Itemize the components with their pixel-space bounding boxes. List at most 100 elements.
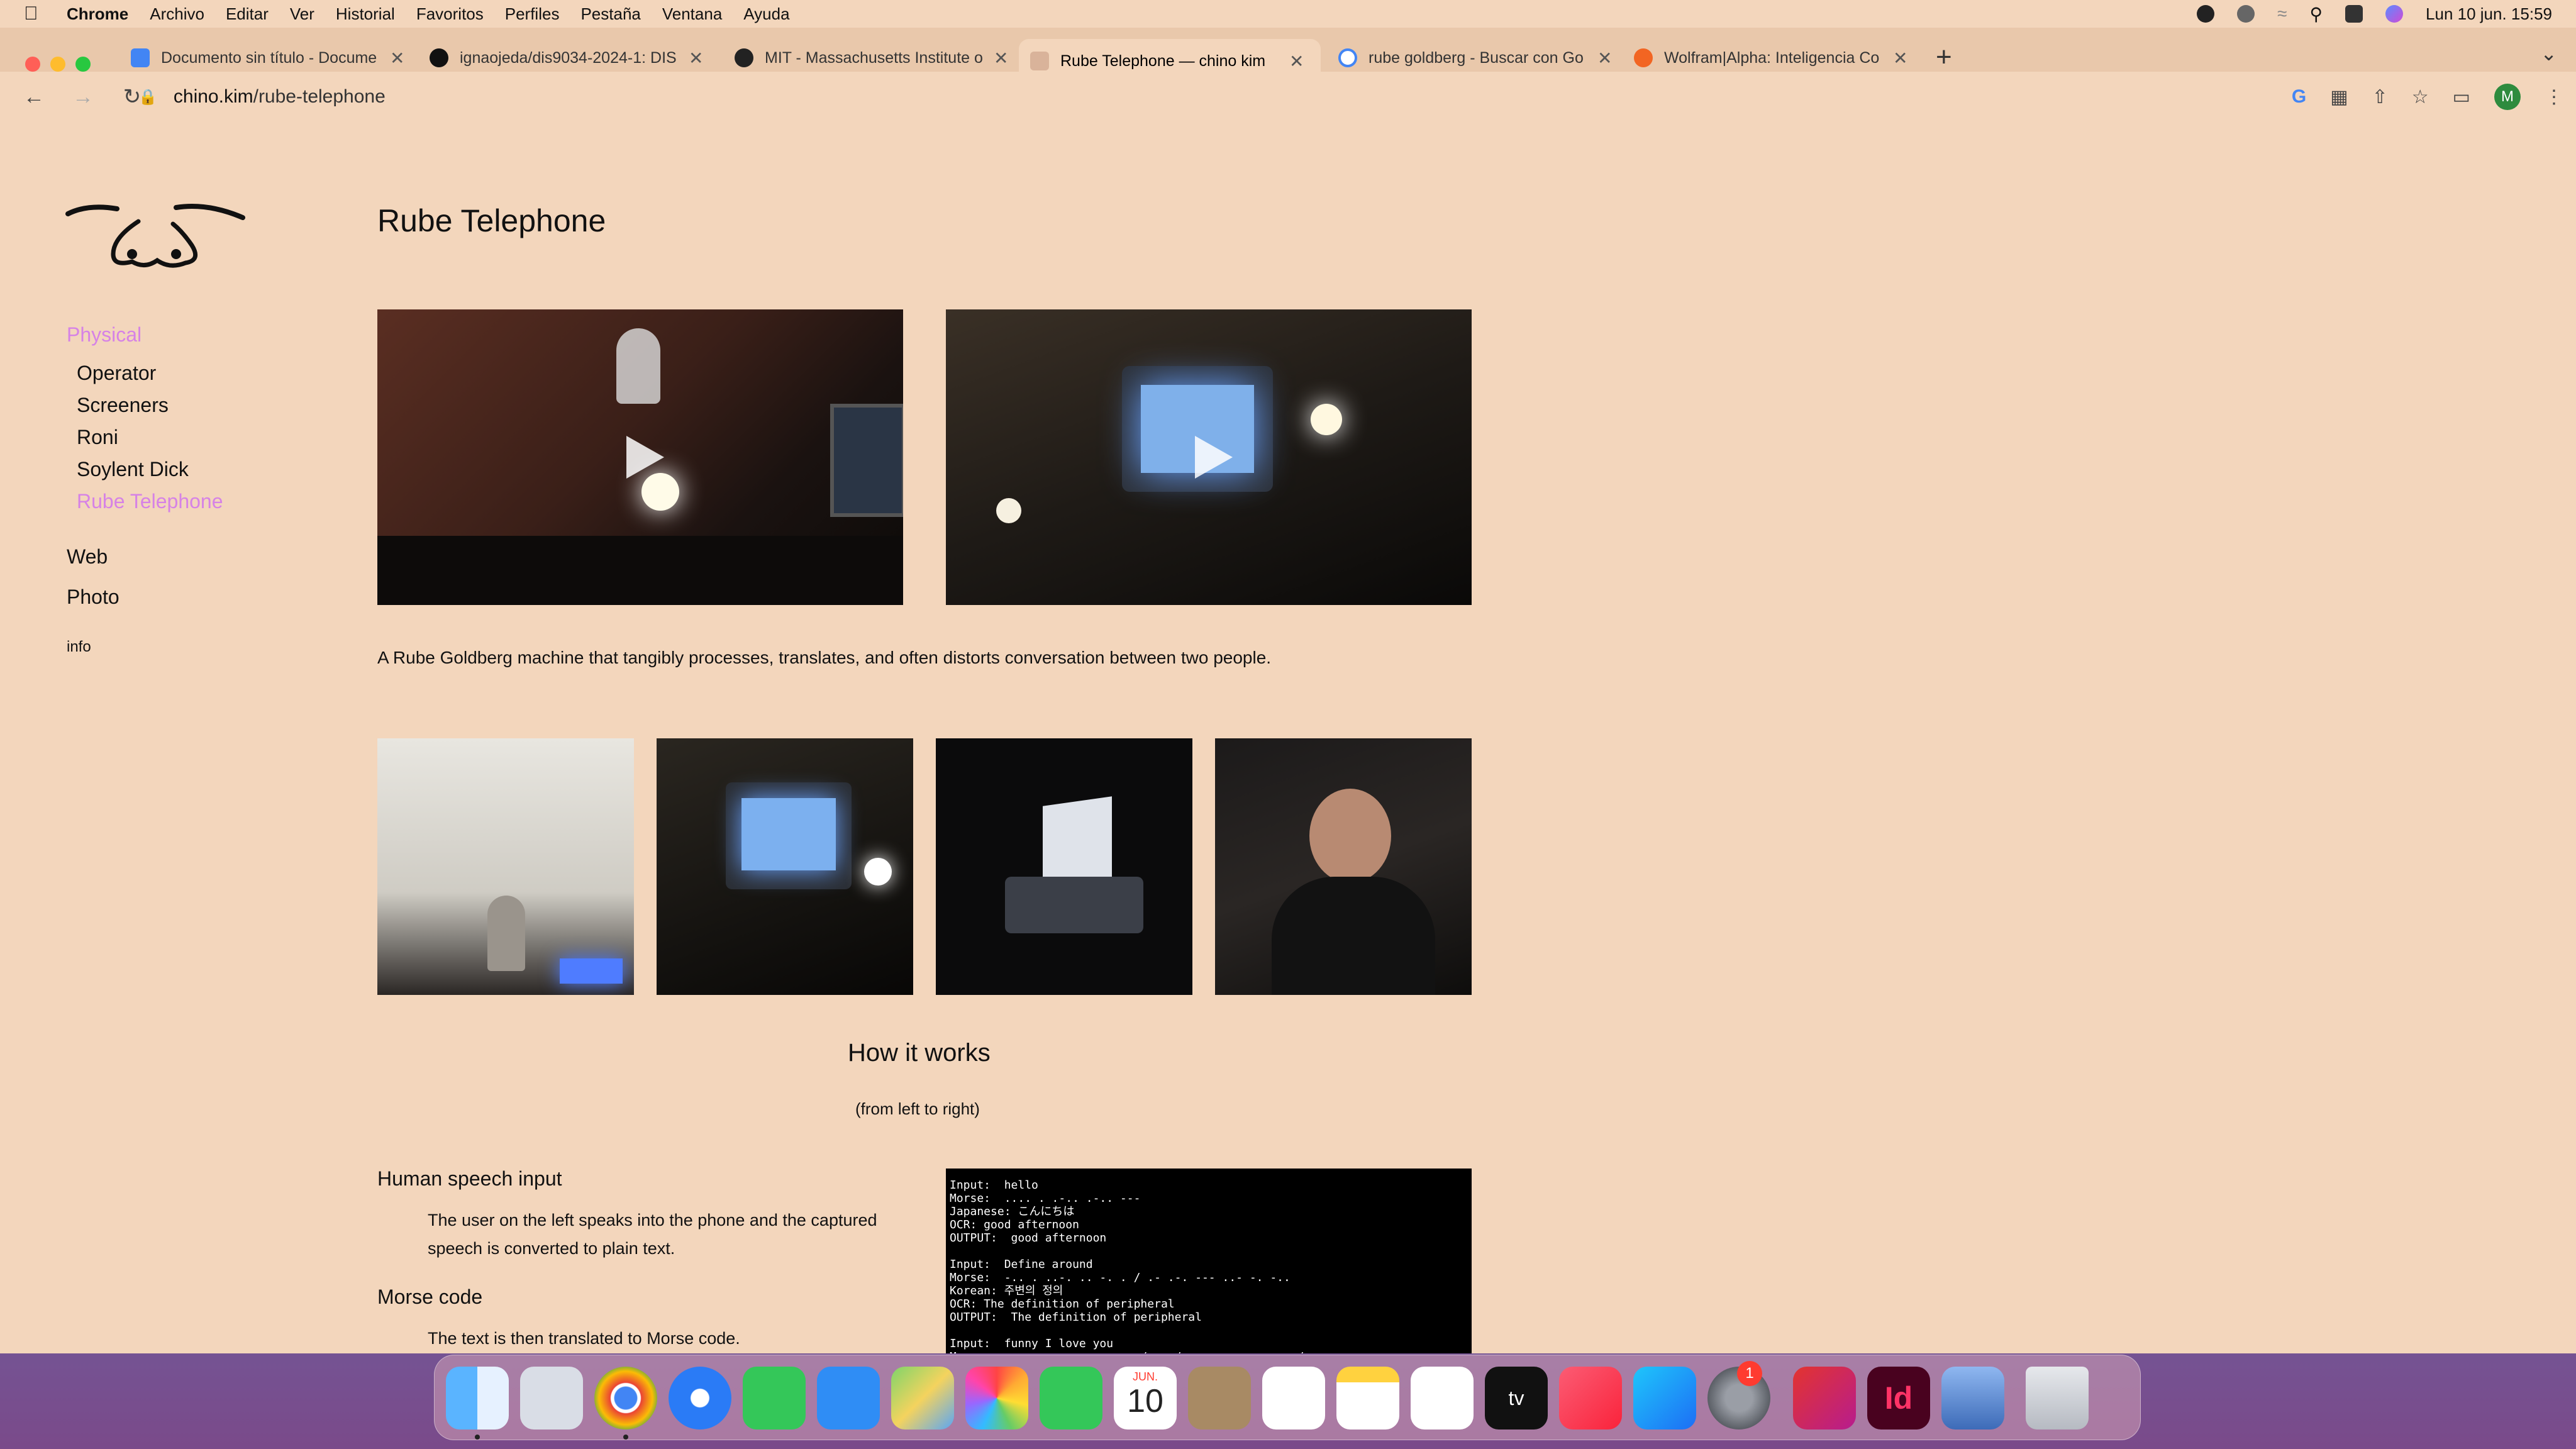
page-title: Rube Telephone	[377, 203, 606, 238]
maps-icon[interactable]	[891, 1367, 954, 1430]
video-player-2[interactable]	[946, 309, 1472, 605]
video-player-1[interactable]	[377, 309, 903, 605]
chrome-running-dot	[623, 1435, 628, 1440]
close-tab-icon[interactable]: ✕	[390, 48, 404, 69]
project-description: A Rube Goldberg machine that tangibly pr…	[377, 648, 1272, 667]
mail-icon[interactable]	[817, 1367, 880, 1430]
calendar-icon[interactable]: JUN. 10	[1114, 1367, 1177, 1430]
wifi-icon[interactable]: ≈	[2277, 4, 2287, 24]
app-store-icon[interactable]	[1633, 1367, 1696, 1430]
photos-icon[interactable]	[965, 1367, 1028, 1430]
translate-icon[interactable]: ▦	[2330, 86, 2348, 108]
sidebar-item-photo[interactable]: Photo	[67, 586, 223, 626]
sidebar-item-soylent-dick[interactable]: Soylent Dick	[77, 458, 223, 490]
menu-item-ver[interactable]: Ver	[290, 4, 314, 24]
preview-icon[interactable]	[1941, 1367, 2004, 1430]
bookmark-star-icon[interactable]: ☆	[2412, 86, 2429, 108]
profile-avatar[interactable]: M	[2494, 84, 2521, 110]
sidebar-item-operator[interactable]: Operator	[77, 362, 223, 394]
menu-item-perfiles[interactable]: Perfiles	[505, 4, 560, 24]
tab-google-search[interactable]: rube goldberg - Buscar con Go ✕	[1327, 39, 1616, 77]
facetime-icon[interactable]	[1040, 1367, 1102, 1430]
gallery-image-person[interactable]	[1215, 738, 1472, 995]
kebab-menu-icon[interactable]: ⋮	[2545, 86, 2563, 108]
image-still-bust	[487, 896, 525, 971]
tab-github[interactable]: ignaojeda/dis9034-2024-1: DIS ✕	[418, 39, 708, 77]
menu-item-ventana[interactable]: Ventana	[662, 4, 722, 24]
tab-mit[interactable]: MIT - Massachusetts Institute o ✕	[723, 39, 1013, 77]
menu-item-archivo[interactable]: Archivo	[150, 4, 204, 24]
video-still-lamp	[641, 473, 679, 511]
terminal-output-image: Input: hello Morse: .... . .-.. .-.. ---…	[946, 1169, 1472, 1353]
close-tab-icon[interactable]: ✕	[689, 48, 703, 69]
sidebar-item-info[interactable]: info	[67, 638, 223, 656]
spotlight-icon[interactable]: ⚲	[2310, 4, 2323, 25]
google-lens-icon[interactable]: G	[2292, 86, 2306, 108]
close-tab-icon[interactable]: ✕	[1893, 48, 1907, 69]
video-still-lamp	[1311, 404, 1342, 435]
chrome-icon[interactable]	[594, 1367, 657, 1430]
messages-icon[interactable]	[743, 1367, 806, 1430]
back-arrow-icon[interactable]: ←	[19, 85, 49, 109]
sidebar-item-web[interactable]: Web	[67, 545, 223, 586]
menubar-clock[interactable]: Lun 10 jun. 15:59	[2426, 4, 2552, 24]
lock-icon[interactable]: 🔒	[138, 88, 157, 106]
safari-icon[interactable]	[669, 1367, 731, 1430]
menu-bar:  Chrome Archivo Editar Ver Historial Fa…	[0, 0, 2576, 28]
sidebar-item-roni[interactable]: Roni	[77, 426, 223, 458]
creative-cloud-app-icon[interactable]	[1793, 1367, 1856, 1430]
video-still-bust	[616, 328, 660, 404]
sync-icon[interactable]	[2237, 5, 2255, 23]
sidebar-item-rube-telephone[interactable]: Rube Telephone	[77, 490, 223, 545]
apple-tv-icon[interactable]: tv	[1485, 1367, 1548, 1430]
menu-item-editar[interactable]: Editar	[226, 4, 269, 24]
forward-arrow-icon[interactable]: →	[68, 85, 98, 109]
creative-cloud-icon[interactable]	[2197, 5, 2215, 23]
new-tab-plus-icon[interactable]: +	[1936, 42, 1952, 73]
menu-app-name[interactable]: Chrome	[67, 4, 128, 24]
address-bar[interactable]: 🔒 chino.kim/rube-telephone	[138, 72, 386, 122]
gallery-image-tv[interactable]	[657, 738, 913, 995]
finder-running-dot	[475, 1435, 480, 1440]
notes-icon[interactable]	[1336, 1367, 1399, 1430]
menu-item-ayuda[interactable]: Ayuda	[743, 4, 789, 24]
gallery-image-printer[interactable]	[936, 738, 1192, 995]
close-tab-icon[interactable]: ✕	[994, 48, 1008, 69]
tab-docs[interactable]: Documento sin título - Docume ✕	[119, 39, 409, 77]
menu-item-historial[interactable]: Historial	[336, 4, 395, 24]
gallery-image-diagram[interactable]	[377, 738, 634, 995]
dock: JUN. 10 tv Id	[434, 1355, 2141, 1440]
menu-item-pestana[interactable]: Pestaña	[580, 4, 640, 24]
close-window-icon[interactable]	[25, 57, 40, 72]
launchpad-icon[interactable]	[520, 1367, 583, 1430]
sidebar-item-screeners[interactable]: Screeners	[77, 394, 223, 426]
share-icon[interactable]: ⇧	[2372, 86, 2388, 108]
calendar-day: 10	[1127, 1383, 1163, 1419]
site-logo[interactable]	[63, 200, 252, 275]
indesign-icon[interactable]: Id	[1867, 1367, 1930, 1430]
play-icon[interactable]	[1195, 436, 1233, 479]
section-heading-morse: Morse code	[377, 1285, 483, 1308]
maximize-window-icon[interactable]	[75, 57, 91, 72]
close-tab-icon[interactable]: ✕	[1289, 51, 1304, 72]
minimize-window-icon[interactable]	[50, 57, 65, 72]
play-icon[interactable]	[626, 436, 664, 479]
music-icon[interactable]	[1559, 1367, 1622, 1430]
image-still-face	[1309, 789, 1391, 883]
trash-icon[interactable]	[2026, 1367, 2089, 1430]
reminders-icon[interactable]	[1262, 1367, 1325, 1430]
siri-icon[interactable]	[2385, 5, 2404, 23]
control-center-icon[interactable]	[2345, 5, 2363, 23]
sidebar-category-physical[interactable]: Physical	[67, 323, 223, 347]
tab-search-chevron-icon[interactable]: ⌄	[2540, 42, 2557, 65]
tab-wolfram[interactable]: Wolfram|Alpha: Inteligencia Co ✕	[1623, 39, 1918, 77]
side-panel-icon[interactable]: ▭	[2453, 86, 2470, 108]
contacts-icon[interactable]	[1188, 1367, 1251, 1430]
finder-icon[interactable]	[446, 1367, 509, 1430]
apple-menu-icon[interactable]: 	[24, 3, 49, 25]
close-tab-icon[interactable]: ✕	[1597, 48, 1612, 69]
browser-toolbar: ← → ↻ 🔒 chino.kim/rube-telephone G ▦ ⇧ ☆…	[0, 72, 2576, 122]
tab-title: Rube Telephone — chino kim	[1060, 52, 1266, 70]
freeform-icon[interactable]	[1411, 1367, 1474, 1430]
menu-item-favoritos[interactable]: Favoritos	[416, 4, 484, 24]
